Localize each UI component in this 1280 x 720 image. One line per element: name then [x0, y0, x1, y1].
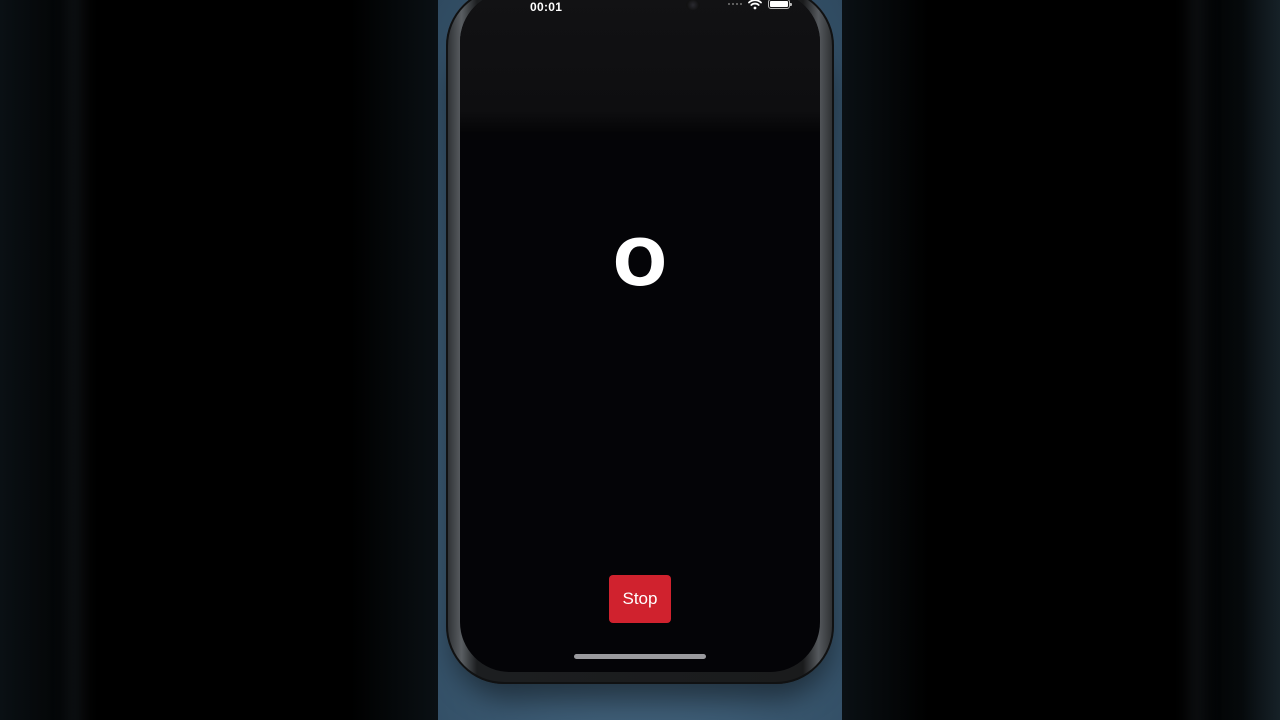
battery-fill [770, 1, 788, 7]
left-blur-panel [0, 0, 438, 720]
signal-icon [728, 3, 742, 5]
home-indicator[interactable] [574, 654, 706, 659]
right-blurred-edge [1242, 0, 1280, 720]
front-camera-icon [686, 0, 700, 10]
screen-top-band [460, 0, 820, 132]
phone-photo: 00:01 O Stop [438, 0, 842, 720]
stop-button[interactable]: Stop [609, 575, 671, 623]
status-time: 00:01 [530, 0, 563, 14]
video-frame: 00:01 O Stop [0, 0, 1280, 720]
left-blurred-bezel [60, 0, 90, 720]
status-icons [728, 0, 792, 10]
battery-icon [768, 0, 792, 9]
phone-screen: 00:01 O Stop [460, 0, 820, 672]
right-blur-panel [842, 0, 1280, 720]
right-blurred-bezel [1182, 0, 1212, 720]
wifi-icon [748, 0, 762, 10]
display-letter: O [612, 227, 668, 301]
